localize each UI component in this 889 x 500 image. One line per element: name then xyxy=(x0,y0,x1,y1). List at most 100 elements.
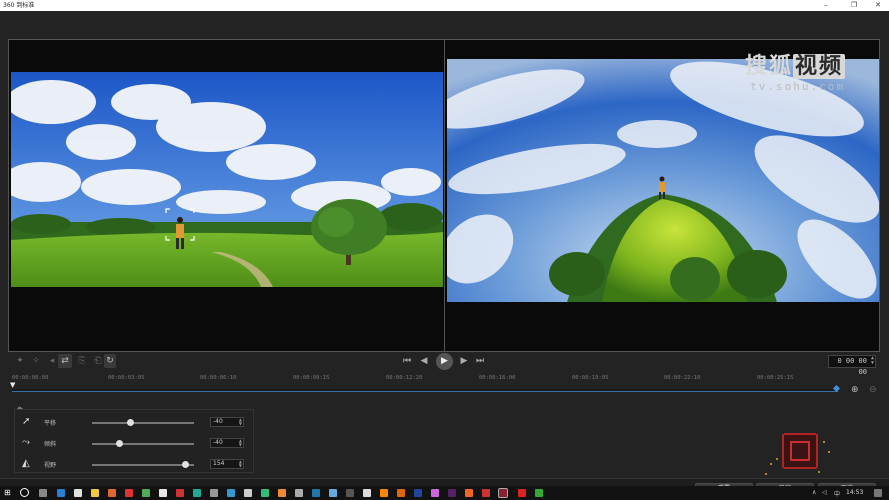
ruler-label: 00:00:16:00 xyxy=(479,375,516,381)
go-to-end-icon[interactable]: ⏭ xyxy=(473,354,487,369)
spinner-icon[interactable]: ▲ ▼ xyxy=(239,418,242,426)
zoom-in-icon[interactable]: ⊕ xyxy=(851,385,859,395)
ruler-label: 00:00:06:10 xyxy=(200,375,237,381)
timeline-ruler[interactable]: 00:00:00:00 00:00:03:05 00:00:06:10 00:0… xyxy=(8,373,840,387)
task-view-icon[interactable] xyxy=(39,489,47,497)
fov-icon: ◭ xyxy=(22,458,30,469)
app-window: 搜狐视频 tv.sohu.com ✦ ✧ ◂ ⇄ ⎘ ⎗ ↻ ⏮ ◀ ▶ ▶ ⏭… xyxy=(0,11,889,497)
app-icon[interactable] xyxy=(535,489,543,497)
close-button[interactable]: ✕ xyxy=(869,0,887,11)
app-icon[interactable] xyxy=(244,489,252,497)
app-icon[interactable] xyxy=(261,489,269,497)
tilt-slider-thumb[interactable] xyxy=(116,440,124,447)
playhead-icon[interactable]: ▼ xyxy=(10,381,17,389)
pan-input[interactable]: -40 ▲ ▼ xyxy=(210,417,244,427)
app-icon[interactable] xyxy=(397,489,405,497)
pan-value: -40 xyxy=(213,418,223,425)
timecode-spinner-icon[interactable]: ▲ ▼ xyxy=(871,356,874,366)
app-icon[interactable] xyxy=(363,489,371,497)
original-preview-pane[interactable] xyxy=(11,72,443,287)
edge-icon[interactable] xyxy=(57,489,65,497)
app-icon[interactable] xyxy=(278,489,286,497)
ime-indicator[interactable]: 中 xyxy=(834,489,840,498)
app-icon[interactable] xyxy=(518,489,526,497)
search-icon[interactable] xyxy=(20,488,29,497)
app-icon[interactable] xyxy=(380,489,388,497)
preview-area: 搜狐视频 tv.sohu.com xyxy=(8,39,880,352)
stamp-inner xyxy=(790,441,810,461)
sparkle xyxy=(828,451,830,453)
add-keyframe-icon[interactable]: ✦ xyxy=(14,354,26,368)
app-icon[interactable] xyxy=(414,489,422,497)
angle-parameters-panel: ➚ 平移 -40 ▲ ▼ ⤳ 倾斜 -40 ▲ ▼ ◭ 视野 154 ▲ ▼ xyxy=(14,409,254,473)
ruler-label: 00:00:19:05 xyxy=(572,375,609,381)
paste-keyframe-icon[interactable]: ⎗ xyxy=(92,354,104,368)
maximize-button[interactable]: ❐ xyxy=(845,0,863,11)
notification-icon[interactable] xyxy=(874,489,882,497)
volume-icon[interactable]: ◁ xyxy=(822,489,827,496)
tilt-slider[interactable] xyxy=(92,443,194,445)
clock[interactable]: 14:53 xyxy=(846,489,863,496)
param-label: 视野 xyxy=(44,462,57,469)
app-icon[interactable] xyxy=(125,489,133,497)
ruler-label: 00:00:12:20 xyxy=(386,375,423,381)
tilt-input[interactable]: -40 ▲ ▼ xyxy=(210,438,244,448)
tilt-icon: ⤳ xyxy=(22,437,30,448)
pan-icon: ➚ xyxy=(22,416,31,427)
active-app-icon[interactable] xyxy=(498,488,508,498)
output-preview-pane[interactable] xyxy=(447,59,879,302)
tray-chevron-icon[interactable]: ∧ xyxy=(812,489,816,496)
sparkle xyxy=(770,463,772,465)
app-icon[interactable] xyxy=(210,489,218,497)
reset-icon[interactable]: ↻ xyxy=(104,354,116,368)
app-icon[interactable] xyxy=(227,489,235,497)
swap-icon[interactable]: ⇄ xyxy=(58,354,72,368)
app-icon[interactable] xyxy=(329,489,337,497)
zoom-out-icon[interactable]: ⊖ xyxy=(869,385,877,395)
preview-divider xyxy=(444,40,445,351)
app-icon[interactable] xyxy=(482,489,490,497)
app-icon[interactable] xyxy=(465,489,473,497)
next-frame-icon[interactable]: ▶ xyxy=(457,354,471,369)
panorama-image xyxy=(11,72,443,287)
playback-toolbar: ✦ ✧ ◂ ⇄ ⎘ ⎗ ↻ ⏮ ◀ ▶ ▶ ⏭ 0 00 00 00 ▲ ▼ xyxy=(8,353,880,376)
spinner-icon[interactable]: ▲ ▼ xyxy=(239,460,242,468)
copy-keyframe-icon[interactable]: ⎘ xyxy=(76,354,88,368)
minimize-button[interactable]: – xyxy=(817,0,835,11)
fov-value: 154 xyxy=(213,460,225,467)
previous-frame-icon[interactable]: ◀ xyxy=(417,354,431,369)
spinner-icon[interactable]: ▲ ▼ xyxy=(239,439,242,447)
pan-slider[interactable] xyxy=(92,422,194,424)
start-icon[interactable]: ⊞ xyxy=(4,489,11,497)
app-icon[interactable] xyxy=(142,489,150,497)
timecode-field[interactable]: 0 00 00 00 ▲ ▼ xyxy=(828,355,876,376)
app-icon[interactable] xyxy=(74,489,82,497)
app-icon[interactable] xyxy=(159,489,167,497)
watermark-boxed-text: 视频 xyxy=(792,54,845,79)
remove-keyframe-icon[interactable]: ✧ xyxy=(30,354,42,368)
timeline-track[interactable] xyxy=(12,389,838,392)
ruler-label: 00:00:00:00 xyxy=(12,375,49,381)
folder-icon[interactable] xyxy=(91,489,99,497)
fov-slider[interactable] xyxy=(92,464,194,466)
app-icon[interactable] xyxy=(295,489,303,497)
little-planet-image xyxy=(447,59,879,302)
ruler-label: 00:00:25:15 xyxy=(757,375,794,381)
ruler-label: 00:00:03:05 xyxy=(108,375,145,381)
pan-slider-thumb[interactable] xyxy=(127,419,135,426)
prev-keyframe-icon[interactable]: ◂ xyxy=(46,354,58,368)
go-to-start-icon[interactable]: ⏮ xyxy=(400,354,414,369)
app-icon[interactable] xyxy=(108,489,116,497)
fov-input[interactable]: 154 ▲ ▼ xyxy=(210,459,244,469)
app-icon[interactable] xyxy=(312,489,320,497)
app-icon[interactable] xyxy=(448,489,456,497)
fov-slider-thumb[interactable] xyxy=(182,461,190,468)
app-icon[interactable] xyxy=(176,489,184,497)
app-icon[interactable] xyxy=(346,489,354,497)
param-label: 倾斜 xyxy=(44,441,57,448)
play-button[interactable]: ▶ xyxy=(436,353,453,370)
app-icon[interactable] xyxy=(431,489,439,497)
taskbar: ⊞ ∧ ◁ 中 14:53 xyxy=(0,486,889,500)
title-bar: 360 到标准 – ❐ ✕ xyxy=(0,0,889,11)
app-icon[interactable] xyxy=(193,489,201,497)
